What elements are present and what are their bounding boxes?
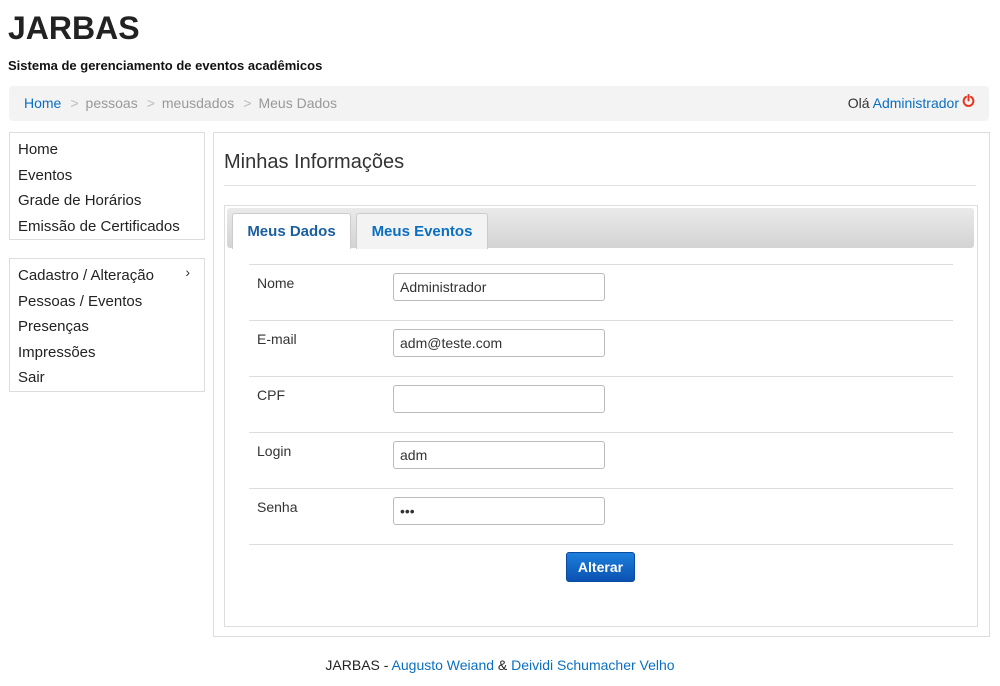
breadcrumb-pessoas[interactable]: pessoas <box>86 95 138 111</box>
breadcrumb-bar: Home > pessoas > meusdados > Meus Dados Olá Ad… <box>9 86 989 121</box>
senha-label: Senha <box>257 499 298 515</box>
sidebar-item-emissao-certificados[interactable]: Emissão de Certificados <box>10 214 204 240</box>
tab-meus-eventos[interactable]: Meus Eventos <box>356 213 488 249</box>
breadcrumb-separator: > <box>243 95 252 111</box>
user-name-link[interactable]: Administrador <box>873 95 959 111</box>
login-label: Login <box>257 443 292 459</box>
sidebar-menu-main: Home Eventos Grade de Horários Emissão d… <box>9 132 205 240</box>
alterar-button[interactable]: Alterar <box>566 552 635 582</box>
tab-meus-dados[interactable]: Meus Dados <box>232 213 351 249</box>
breadcrumb-home[interactable]: Home <box>24 95 61 111</box>
sidebar-item-impressoes[interactable]: Impressões <box>10 340 204 366</box>
power-icon[interactable] <box>962 85 975 120</box>
footer-author-link[interactable]: Deividi Schumacher Velho <box>511 657 674 673</box>
footer: JARBAS - Augusto Weiand & Deividi Schuma… <box>0 657 1000 673</box>
sidebar-item-presencas[interactable]: Presenças <box>10 314 204 340</box>
breadcrumb-current: Meus Dados <box>258 95 338 111</box>
sidebar-item-grade-horarios[interactable]: Grade de Horários <box>10 188 204 214</box>
breadcrumb-separator: > <box>146 95 155 111</box>
footer-connector: & <box>494 657 512 673</box>
login-field[interactable] <box>393 441 605 469</box>
form-row-nome: Nome <box>249 264 953 320</box>
sidebar-item-label: Cadastro / Alteração <box>18 267 154 284</box>
sidebar-item-eventos[interactable]: Eventos <box>10 163 204 189</box>
footer-prefix: JARBAS - <box>325 657 392 673</box>
form-row-senha: Senha <box>249 488 953 544</box>
sidebar-item-sair[interactable]: Sair <box>10 365 204 391</box>
senha-field[interactable] <box>393 497 605 525</box>
profile-form: Nome E-mail CPF Login Senha <box>249 264 953 546</box>
app-subtitle: Sistema de gerenciamento de eventos acad… <box>8 58 323 73</box>
form-divider <box>249 544 953 546</box>
sidebar-item-pessoas-eventos[interactable]: Pessoas / Eventos <box>10 289 204 315</box>
tab-strip: Meus Dados Meus Eventos <box>227 208 974 249</box>
content-panel: Minhas Informações Meus Dados Meus Event… <box>213 132 990 637</box>
cpf-label: CPF <box>257 387 285 403</box>
form-row-email: E-mail <box>249 320 953 376</box>
cpf-field[interactable] <box>393 385 605 413</box>
form-row-login: Login <box>249 432 953 488</box>
nome-field[interactable] <box>393 273 605 301</box>
breadcrumb-separator: > <box>70 95 79 111</box>
page-title: Minhas Informações <box>224 149 976 186</box>
breadcrumb-meusdados[interactable]: meusdados <box>162 95 234 111</box>
email-label: E-mail <box>257 331 297 347</box>
chevron-right-icon: › <box>185 264 190 280</box>
breadcrumb: Home > pessoas > meusdados > Meus Dados <box>24 86 337 121</box>
tabs-panel: Meus Dados Meus Eventos Nome E-mail CPF … <box>224 205 978 627</box>
form-row-cpf: CPF <box>249 376 953 432</box>
greeting-text: Olá <box>847 95 870 111</box>
sidebar-menu-admin: Cadastro / Alteração › Pessoas / Eventos… <box>9 258 205 392</box>
nome-label: Nome <box>257 275 295 291</box>
sidebar-item-cadastro-alteracao[interactable]: Cadastro / Alteração › <box>10 263 204 289</box>
footer-author-link[interactable]: Augusto Weiand <box>392 657 494 673</box>
app-title: JARBAS <box>8 10 140 46</box>
sidebar-item-home[interactable]: Home <box>10 137 204 163</box>
user-area: Olá Administrador <box>848 86 975 121</box>
email-field[interactable] <box>393 329 605 357</box>
